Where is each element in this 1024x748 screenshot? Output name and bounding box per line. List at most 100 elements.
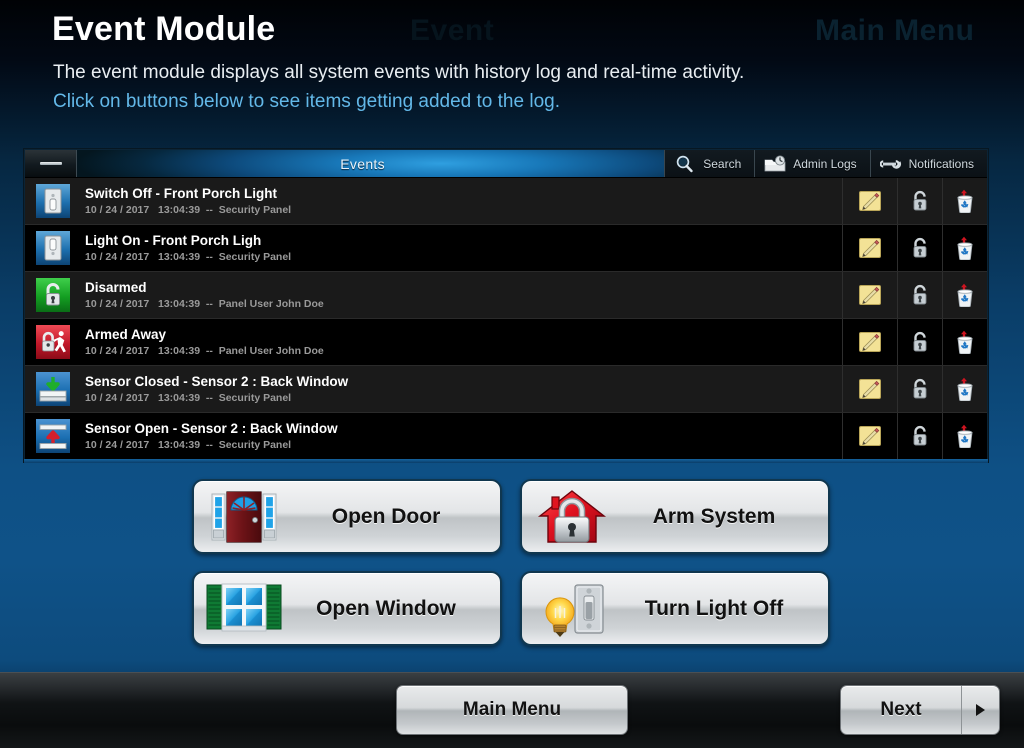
event-meta: 10 / 24 / 2017 13:04:39 -- Security Pane… (85, 250, 842, 264)
next-label: Next (880, 699, 922, 720)
minimize-button[interactable] (25, 150, 77, 177)
panel-underline (24, 459, 988, 463)
light-switch-off-icon (36, 184, 70, 218)
tab-events[interactable]: Events (77, 150, 665, 177)
event-separator: -- (205, 344, 213, 357)
event-icon-cell (25, 319, 81, 365)
tab-search-label: Search (703, 156, 742, 171)
main-menu-button[interactable]: Main Menu (396, 685, 628, 735)
event-action-edit[interactable] (842, 319, 897, 365)
event-action-delete[interactable] (942, 225, 987, 271)
event-date: 10 / 24 / 2017 (85, 391, 150, 404)
edit-note-icon (858, 424, 882, 448)
event-meta: 10 / 24 / 2017 13:04:39 -- Panel User Jo… (85, 297, 842, 311)
event-time: 13:04:39 (158, 250, 201, 263)
event-title: Light On - Front Porch Ligh (85, 232, 262, 248)
event-action-lock[interactable] (897, 319, 942, 365)
unlock-icon (908, 236, 932, 260)
open-door-button[interactable]: Open Door (192, 479, 502, 554)
event-action-edit[interactable] (842, 366, 897, 412)
minimize-icon (39, 162, 62, 165)
recycle-bin-icon (953, 189, 977, 214)
event-icon-cell (25, 413, 81, 459)
turn-light-off-button[interactable]: Turn Light Off (520, 571, 830, 646)
event-action-delete[interactable] (942, 272, 987, 318)
house-lock-icon (530, 486, 614, 548)
edit-note-icon (858, 189, 882, 213)
event-separator: -- (205, 391, 213, 404)
recycle-bin-icon (953, 330, 977, 355)
disarmed-unlock-icon (36, 278, 70, 312)
event-action-edit[interactable] (842, 178, 897, 224)
recycle-bin-icon (953, 377, 977, 402)
recycle-bin-icon (953, 424, 977, 449)
recycle-bin-icon (953, 283, 977, 308)
sensor-open-icon (36, 419, 70, 453)
event-action-lock[interactable] (897, 225, 942, 271)
app-root: Event Main Menu Event Module The event m… (0, 0, 1024, 748)
event-row[interactable]: Sensor Open - Sensor 2 : Back Window 10 /… (25, 413, 987, 460)
event-source: Panel User John Doe (218, 344, 324, 357)
event-text: Armed Away 10 / 24 / 2017 13:04:39 -- Pan… (81, 319, 842, 365)
edit-note-icon (858, 330, 882, 354)
events-panel: Events Search Admin Logs Notifications S… (24, 149, 988, 462)
tab-notifications[interactable]: Notifications (869, 150, 987, 177)
event-action-edit[interactable] (842, 225, 897, 271)
recycle-bin-icon (953, 236, 977, 261)
open-window-button[interactable]: Open Window (192, 571, 502, 646)
event-title: Disarmed (85, 279, 147, 295)
event-action-delete[interactable] (942, 178, 987, 224)
event-title: Sensor Open - Sensor 2 : Back Window (85, 420, 338, 436)
event-list[interactable]: Switch Off - Front Porch Light 10 / 24 / … (25, 178, 987, 462)
unlock-icon (908, 377, 932, 401)
event-row[interactable]: Light On - Front Porch Ligh 10 / 24 / 201… (25, 225, 987, 272)
event-icon-cell (25, 178, 81, 224)
event-action-lock[interactable] (897, 366, 942, 412)
event-text: Switch Off - Front Porch Light 10 / 24 / … (81, 178, 842, 224)
event-row[interactable]: Sensor Closed - Sensor 2 : Back Window 10… (25, 366, 987, 413)
armed-away-icon (36, 325, 70, 359)
event-action-delete[interactable] (942, 413, 987, 459)
event-meta: 10 / 24 / 2017 13:04:39 -- Security Pane… (85, 391, 842, 405)
wrench-icon (879, 154, 902, 174)
page-title: Event Module (52, 10, 276, 48)
event-source: Security Panel (218, 391, 292, 404)
event-action-lock[interactable] (897, 178, 942, 224)
event-date: 10 / 24 / 2017 (85, 250, 150, 263)
tab-search[interactable]: Search (664, 150, 755, 177)
next-button[interactable]: Next (840, 685, 1000, 735)
event-action-lock[interactable] (897, 413, 942, 459)
event-separator: -- (205, 250, 213, 263)
event-text: Disarmed 10 / 24 / 2017 13:04:39 -- Panel… (81, 272, 842, 318)
page-subtitle: The event module displays all system eve… (53, 62, 745, 83)
event-time: 13:04:39 (158, 344, 201, 357)
event-text: Light On - Front Porch Ligh 10 / 24 / 201… (81, 225, 842, 271)
event-action-delete[interactable] (942, 366, 987, 412)
event-meta: 10 / 24 / 2017 13:04:39 -- Panel User Jo… (85, 344, 842, 358)
footer-bar: Main Menu Next (0, 672, 1024, 748)
edit-note-icon (858, 236, 882, 260)
event-action-edit[interactable] (842, 413, 897, 459)
unlock-icon (908, 283, 932, 307)
event-source: Security Panel (218, 203, 292, 216)
tab-admin-logs[interactable]: Admin Logs (754, 150, 870, 177)
chevron-right-glyph (976, 704, 985, 716)
event-icon-cell (25, 225, 81, 271)
unlock-icon (908, 189, 932, 213)
arm-system-button[interactable]: Arm System (520, 479, 830, 554)
event-action-edit[interactable] (842, 272, 897, 318)
page-hint: Click on buttons below to see items gett… (53, 91, 560, 112)
sensor-closed-icon (36, 372, 70, 406)
event-action-lock[interactable] (897, 272, 942, 318)
event-source: Security Panel (218, 250, 292, 263)
event-row[interactable]: Switch Off - Front Porch Light 10 / 24 / … (25, 178, 987, 225)
chevron-right-icon[interactable] (961, 686, 999, 734)
page-header: Event Module The event module displays a… (0, 0, 1024, 140)
event-date: 10 / 24 / 2017 (85, 297, 150, 310)
event-row[interactable]: Disarmed 10 / 24 / 2017 13:04:39 -- Panel… (25, 272, 987, 319)
tab-admin-logs-label: Admin Logs (793, 156, 857, 171)
event-action-delete[interactable] (942, 319, 987, 365)
event-row[interactable]: Armed Away 10 / 24 / 2017 13:04:39 -- Pan… (25, 319, 987, 366)
front-door-icon (202, 486, 286, 548)
event-source: Panel User John Doe (218, 297, 324, 310)
